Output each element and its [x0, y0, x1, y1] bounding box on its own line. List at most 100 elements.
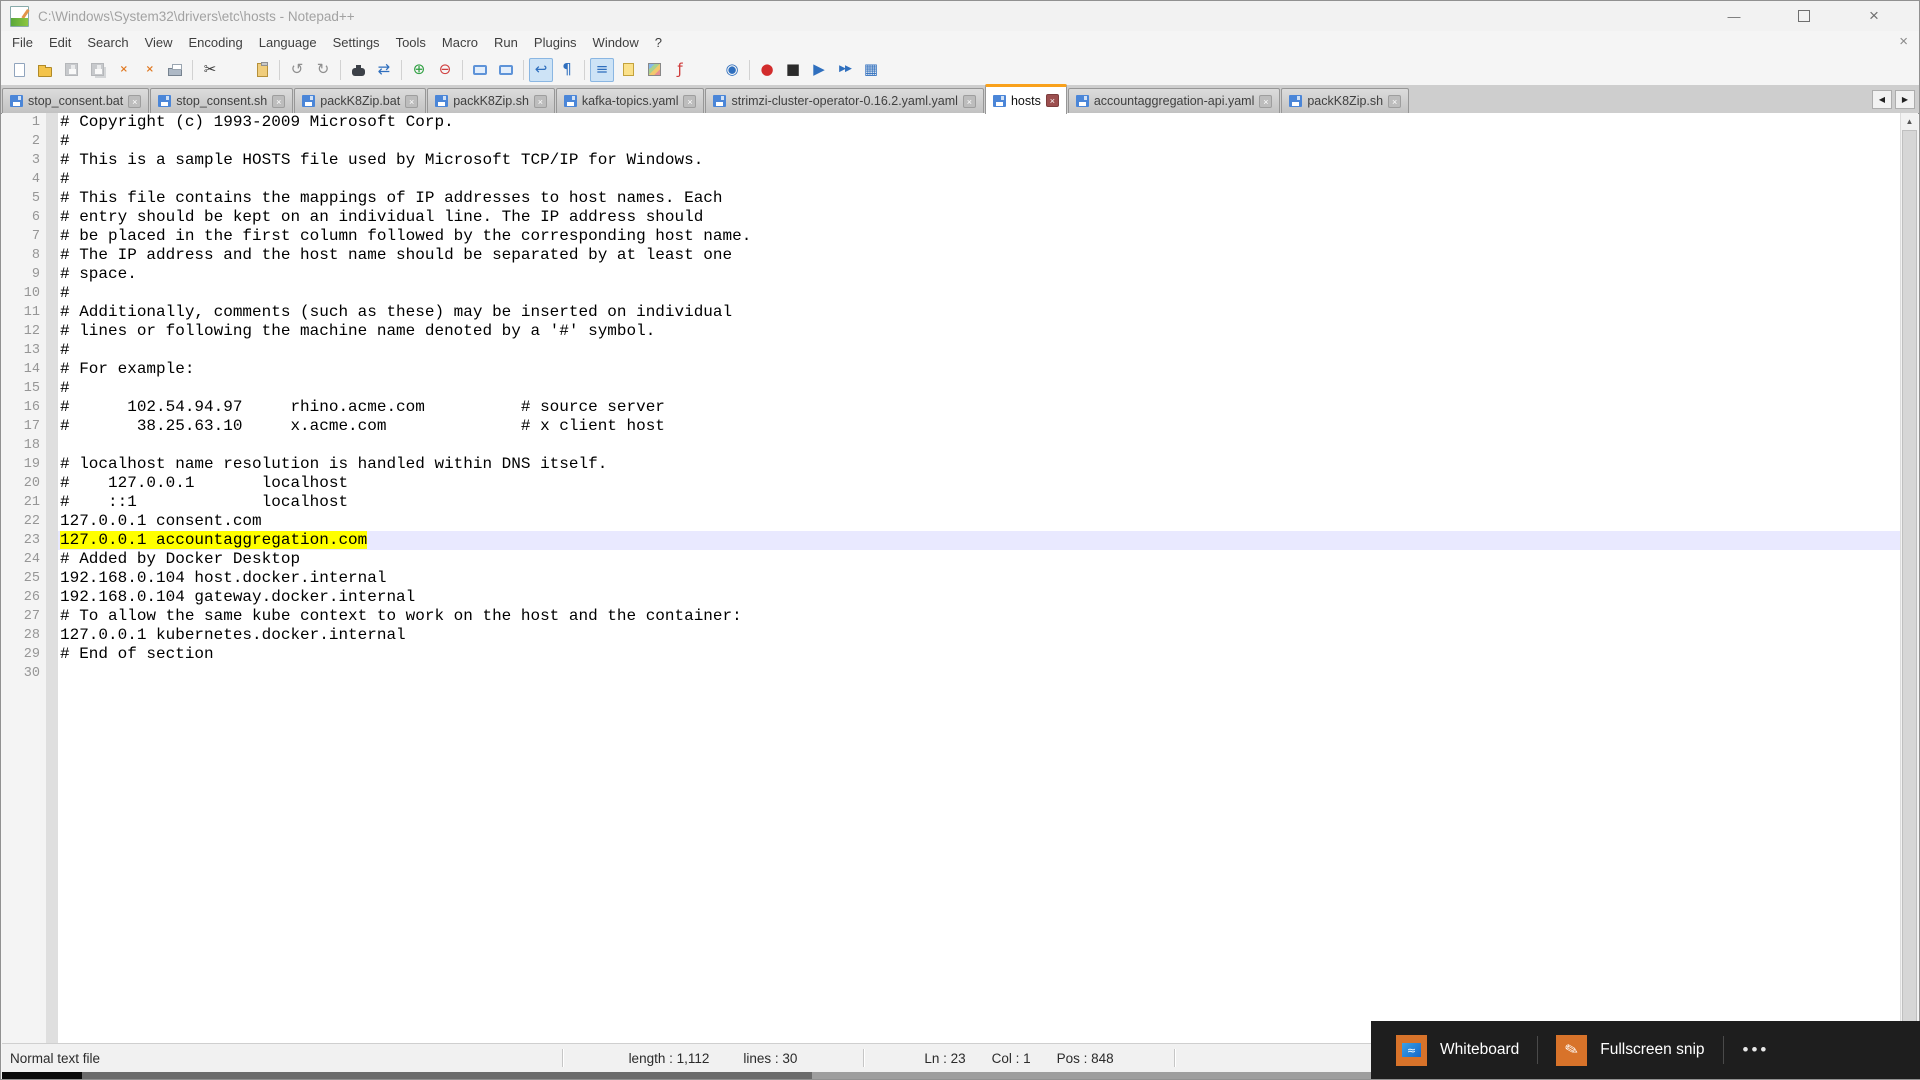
editor-row[interactable]: 15# — [2, 379, 1900, 398]
tab-hosts[interactable]: hosts× — [985, 84, 1067, 114]
editor-row[interactable]: 14# For example: — [2, 360, 1900, 379]
macro-record-button[interactable]: ● — [755, 58, 779, 82]
macro-save-button[interactable]: ▦ — [859, 58, 883, 82]
open-file-button[interactable] — [33, 58, 57, 82]
document-map-button[interactable] — [642, 58, 666, 82]
editor-row[interactable]: 26192.168.0.104 gateway.docker.internal — [2, 588, 1900, 607]
text-area[interactable]: 1# Copyright (c) 1993-2009 Microsoft Cor… — [2, 113, 1900, 1044]
code-line[interactable]: # be placed in the first column followed… — [58, 227, 1900, 246]
editor-row[interactable]: 1# Copyright (c) 1993-2009 Microsoft Cor… — [2, 113, 1900, 132]
whiteboard-button[interactable]: Whiteboard — [1383, 1021, 1532, 1079]
code-line[interactable]: # localhost name resolution is handled w… — [58, 455, 1900, 474]
tab-stop_consent.sh[interactable]: stop_consent.sh× — [150, 88, 293, 113]
sync-vertical-scrolling-button[interactable] — [468, 58, 492, 82]
editor-row[interactable]: 6# entry should be kept on an individual… — [2, 208, 1900, 227]
word-wrap-button[interactable]: ↩ — [529, 58, 553, 82]
zoom-out-button[interactable]: ⊖ — [433, 58, 457, 82]
menu-item-macro[interactable]: Macro — [434, 33, 486, 52]
editor-row[interactable]: 13# — [2, 341, 1900, 360]
save-file-button[interactable] — [59, 58, 83, 82]
menu-item-search[interactable]: Search — [79, 33, 136, 52]
code-line[interactable]: 192.168.0.104 gateway.docker.internal — [58, 588, 1900, 607]
replace-button[interactable]: ⇄ — [372, 58, 396, 82]
close-all-files-button[interactable] — [137, 58, 161, 82]
editor-row[interactable]: 8# The IP address and the host name shou… — [2, 246, 1900, 265]
editor-row[interactable]: 30 — [2, 664, 1900, 683]
editor-row[interactable]: 4# — [2, 170, 1900, 189]
vertical-scrollbar[interactable]: ▲ ▼ — [1900, 113, 1918, 1044]
fullscreen-snip-button[interactable]: Fullscreen snip — [1543, 1021, 1717, 1079]
tab-close-icon[interactable]: × — [128, 95, 141, 108]
print-button[interactable] — [163, 58, 187, 82]
menu-item-file[interactable]: File — [4, 33, 41, 52]
tab-scroll-left-button[interactable]: ◀ — [1872, 90, 1892, 109]
redo-button[interactable]: ↻ — [311, 58, 335, 82]
tab-packK8Zip.bat[interactable]: packK8Zip.bat× — [294, 88, 426, 113]
editor-row[interactable]: 16# 102.54.94.97 rhino.acme.com # source… — [2, 398, 1900, 417]
menu-item-language[interactable]: Language — [251, 33, 325, 52]
undo-button[interactable]: ↺ — [285, 58, 309, 82]
code-line[interactable]: # Additionally, comments (such as these)… — [58, 303, 1900, 322]
code-line[interactable]: # Copyright (c) 1993-2009 Microsoft Corp… — [58, 113, 1900, 132]
code-line[interactable]: # To allow the same kube context to work… — [58, 607, 1900, 626]
user-defined-language-button[interactable] — [616, 58, 640, 82]
tab-close-icon[interactable]: × — [1046, 94, 1059, 107]
tab-accountaggregation-api.yaml[interactable]: accountaggregation-api.yaml× — [1068, 88, 1281, 113]
tab-close-icon[interactable]: × — [683, 95, 696, 108]
code-line[interactable]: # 38.25.63.10 x.acme.com # x client host — [58, 417, 1900, 436]
close-window-button[interactable]: × — [1851, 1, 1897, 31]
tab-stop_consent.bat[interactable]: stop_consent.bat× — [2, 88, 149, 113]
scroll-up-arrow-icon[interactable]: ▲ — [1901, 113, 1918, 130]
macro-playback-button[interactable]: ▶ — [807, 58, 831, 82]
editor-row[interactable]: 23127.0.0.1 accountaggregation.com — [2, 531, 1900, 550]
show-indent-guide-button[interactable]: ≡ — [590, 58, 614, 82]
copy-button[interactable] — [224, 58, 248, 82]
editor-row[interactable]: 10# — [2, 284, 1900, 303]
editor-row[interactable]: 21# ::1 localhost — [2, 493, 1900, 512]
editor-row[interactable]: 29# End of section — [2, 645, 1900, 664]
tab-strimzi-cluster-operator-0.16.2.yaml.yaml[interactable]: strimzi-cluster-operator-0.16.2.yaml.yam… — [705, 88, 983, 113]
menu-item-run[interactable]: Run — [486, 33, 526, 52]
save-all-button[interactable] — [85, 58, 109, 82]
code-line[interactable]: # space. — [58, 265, 1900, 284]
tab-close-icon[interactable]: × — [405, 95, 418, 108]
code-line[interactable]: # — [58, 341, 1900, 360]
tab-packK8Zip.sh[interactable]: packK8Zip.sh× — [1281, 88, 1409, 113]
editor-row[interactable]: 24# Added by Docker Desktop — [2, 550, 1900, 569]
editor-row[interactable]: 17# 38.25.63.10 x.acme.com # x client ho… — [2, 417, 1900, 436]
code-line[interactable]: 127.0.0.1 kubernetes.docker.internal — [58, 626, 1900, 645]
close-document-button[interactable]: × — [1899, 33, 1908, 50]
tab-kafka-topics.yaml[interactable]: kafka-topics.yaml× — [556, 88, 705, 113]
tab-close-icon[interactable]: × — [1388, 95, 1401, 108]
tab-close-icon[interactable]: × — [963, 95, 976, 108]
menu-item-plugins[interactable]: Plugins — [526, 33, 585, 52]
editor-row[interactable]: 3# This is a sample HOSTS file used by M… — [2, 151, 1900, 170]
tab-packK8Zip.sh[interactable]: packK8Zip.sh× — [427, 88, 555, 113]
more-options-icon[interactable]: ••• — [1743, 1040, 1770, 1060]
new-file-button[interactable] — [7, 58, 31, 82]
code-line[interactable]: # — [58, 132, 1900, 151]
horizontal-scrollbar-thumb[interactable] — [82, 1072, 812, 1079]
code-line[interactable]: # — [58, 170, 1900, 189]
sync-horizontal-scrolling-button[interactable] — [494, 58, 518, 82]
code-line[interactable]: 192.168.0.104 host.docker.internal — [58, 569, 1900, 588]
tab-close-icon[interactable]: × — [1259, 95, 1272, 108]
editor-row[interactable]: 5# This file contains the mappings of IP… — [2, 189, 1900, 208]
code-line[interactable]: # ::1 localhost — [58, 493, 1900, 512]
editor-row[interactable]: 11# Additionally, comments (such as thes… — [2, 303, 1900, 322]
menu-item-view[interactable]: View — [137, 33, 181, 52]
code-line[interactable]: 127.0.0.1 consent.com — [58, 512, 1900, 531]
editor-row[interactable]: 27# To allow the same kube context to wo… — [2, 607, 1900, 626]
code-line[interactable] — [58, 664, 1900, 683]
menu-item-encoding[interactable]: Encoding — [181, 33, 251, 52]
editor-row[interactable]: 2# — [2, 132, 1900, 151]
menu-item-[interactable]: ? — [647, 33, 670, 52]
code-line[interactable]: # lines or following the machine name de… — [58, 322, 1900, 341]
code-line[interactable]: # The IP address and the host name shoul… — [58, 246, 1900, 265]
tab-close-icon[interactable]: × — [272, 95, 285, 108]
code-line[interactable]: # End of section — [58, 645, 1900, 664]
function-list-button[interactable]: ƒ — [668, 58, 692, 82]
editor-row[interactable]: 9# space. — [2, 265, 1900, 284]
editor-row[interactable]: 7# be placed in the first column followe… — [2, 227, 1900, 246]
macro-run-multiple-button[interactable]: ▶▶ — [833, 58, 857, 82]
